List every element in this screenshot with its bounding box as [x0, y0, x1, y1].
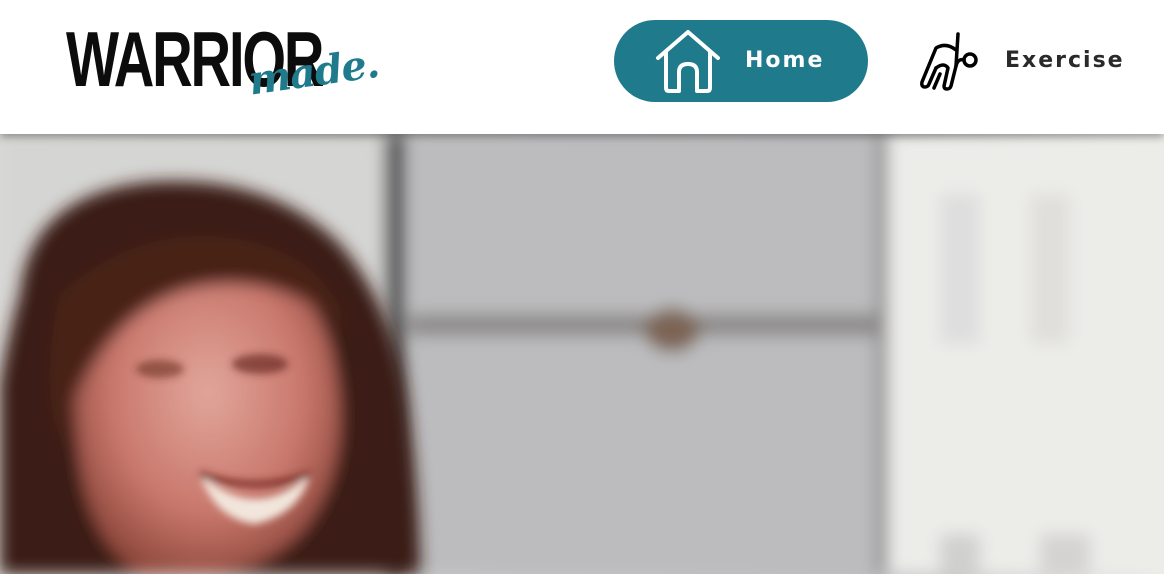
nav-home-button[interactable]: Home [614, 20, 868, 102]
exercise-figure-icon [918, 30, 980, 92]
house-icon [654, 28, 722, 94]
site-header: WARRIOR made. Home Exercise [0, 0, 1164, 134]
warrior-made-logo[interactable]: WARRIOR made. [66, 20, 382, 110]
nav-exercise-label: Exercise [1005, 48, 1125, 73]
nav-home-label: Home [745, 48, 825, 73]
hero-image [0, 134, 1164, 574]
nav-exercise-button[interactable]: Exercise [900, 20, 1140, 102]
